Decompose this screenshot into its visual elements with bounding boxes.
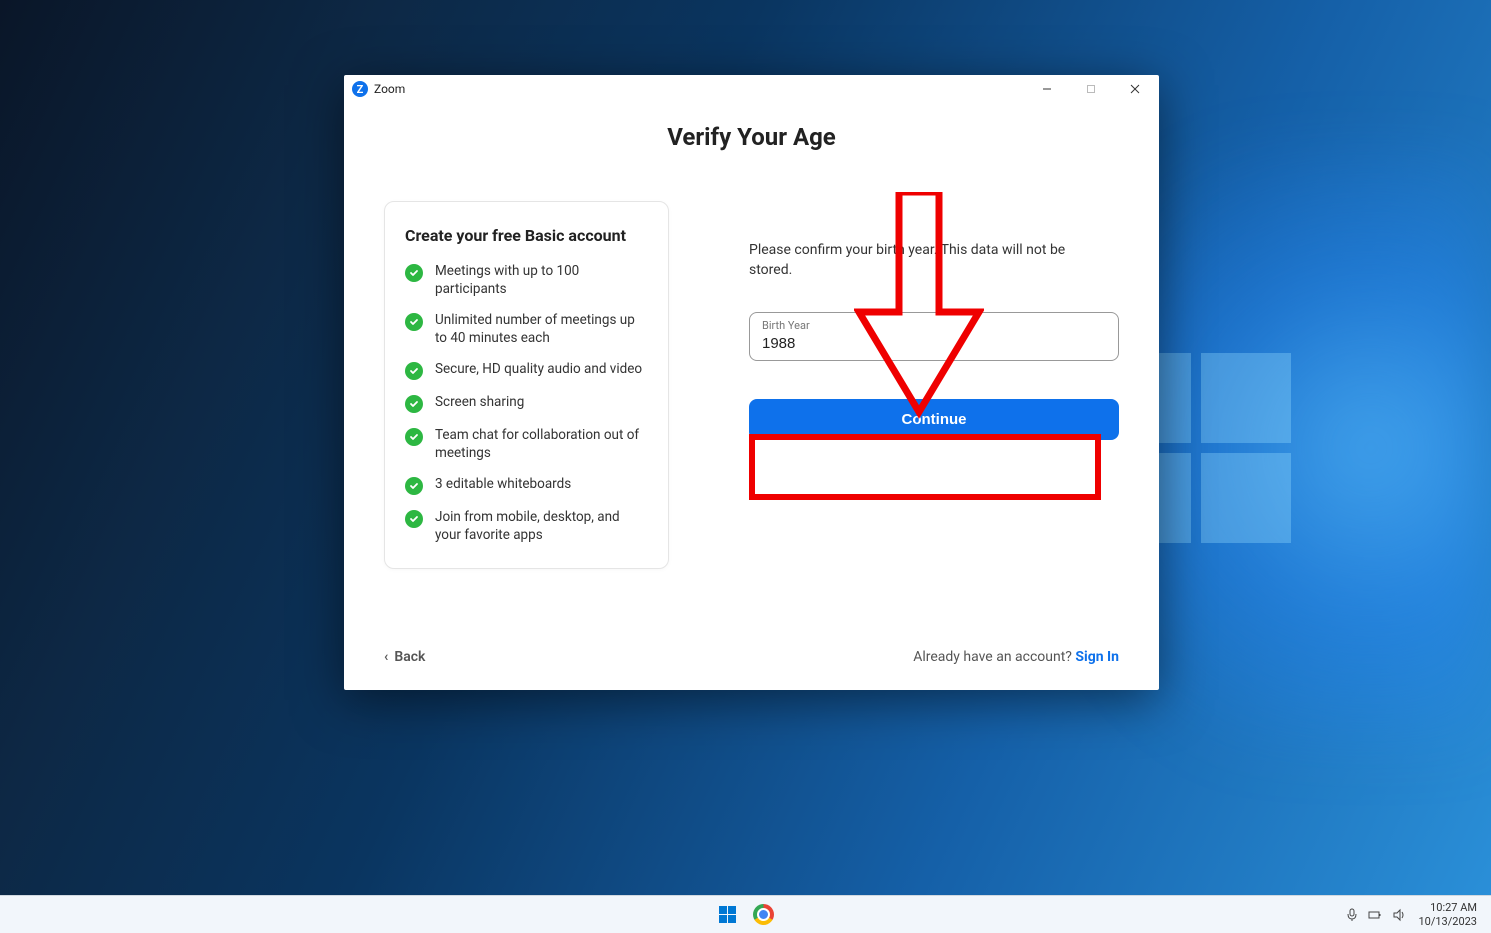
- already-text: Already have an account?: [913, 649, 1075, 665]
- windows-icon: [719, 906, 736, 923]
- birth-year-label: Birth Year: [762, 319, 1106, 332]
- check-icon: [405, 510, 423, 528]
- close-button[interactable]: [1113, 75, 1157, 103]
- check-icon: [405, 313, 423, 331]
- chrome-icon: [753, 904, 774, 925]
- feature-item: Team chat for collaboration out of meeti…: [405, 427, 648, 462]
- desktop-wallpaper: Z Zoom Verify Your Age Create your free …: [0, 0, 1491, 895]
- feature-text: Join from mobile, desktop, and your favo…: [435, 509, 648, 544]
- sign-in-prompt: Already have an account? Sign In: [913, 649, 1119, 665]
- feature-item: Secure, HD quality audio and video: [405, 361, 648, 380]
- continue-button[interactable]: Continue: [749, 399, 1119, 440]
- feature-text: Team chat for collaboration out of meeti…: [435, 427, 648, 462]
- page-title: Verify Your Age: [384, 123, 1119, 151]
- birth-year-input[interactable]: [762, 335, 1106, 352]
- maximize-button[interactable]: [1069, 75, 1113, 103]
- feature-item: 3 editable whiteboards: [405, 476, 648, 495]
- age-form: Please confirm your birth year. This dat…: [749, 201, 1119, 649]
- taskbar[interactable]: 10:27 AM 10/13/2023: [0, 895, 1491, 933]
- back-label: Back: [394, 649, 425, 665]
- chevron-left-icon: ‹: [384, 649, 388, 665]
- zoom-window: Z Zoom Verify Your Age Create your free …: [344, 75, 1159, 690]
- back-button[interactable]: ‹ Back: [384, 649, 425, 665]
- battery-icon: [1368, 908, 1382, 922]
- window-title: Zoom: [374, 82, 405, 96]
- feature-card: Create your free Basic account Meetings …: [384, 201, 669, 569]
- sign-in-link[interactable]: Sign In: [1075, 649, 1119, 665]
- check-icon: [405, 264, 423, 282]
- window-body: Verify Your Age Create your free Basic a…: [344, 103, 1159, 690]
- check-icon: [405, 477, 423, 495]
- mic-icon: [1346, 908, 1358, 922]
- minimize-button[interactable]: [1025, 75, 1069, 103]
- chrome-taskbar-button[interactable]: [750, 901, 778, 929]
- feature-card-title: Create your free Basic account: [405, 226, 648, 245]
- feature-item: Unlimited number of meetings up to 40 mi…: [405, 312, 648, 347]
- feature-text: Screen sharing: [435, 394, 524, 412]
- feature-item: Join from mobile, desktop, and your favo…: [405, 509, 648, 544]
- check-icon: [405, 428, 423, 446]
- feature-item: Meetings with up to 100 participants: [405, 263, 648, 298]
- feature-text: Meetings with up to 100 participants: [435, 263, 648, 298]
- speaker-icon: [1392, 908, 1406, 922]
- check-icon: [405, 395, 423, 413]
- system-tray[interactable]: [1346, 908, 1406, 922]
- start-button[interactable]: [714, 901, 742, 929]
- titlebar: Z Zoom: [344, 75, 1159, 103]
- instruction-text: Please confirm your birth year. This dat…: [749, 241, 1069, 280]
- clock[interactable]: 10:27 AM 10/13/2023: [1418, 901, 1477, 927]
- date-text: 10/13/2023: [1418, 915, 1477, 928]
- feature-text: Unlimited number of meetings up to 40 mi…: [435, 312, 648, 347]
- birth-year-field[interactable]: Birth Year: [749, 312, 1119, 361]
- feature-text: 3 editable whiteboards: [435, 476, 571, 494]
- feature-item: Screen sharing: [405, 394, 648, 413]
- zoom-icon: Z: [352, 81, 368, 97]
- check-icon: [405, 362, 423, 380]
- feature-text: Secure, HD quality audio and video: [435, 361, 642, 379]
- time-text: 10:27 AM: [1418, 901, 1477, 914]
